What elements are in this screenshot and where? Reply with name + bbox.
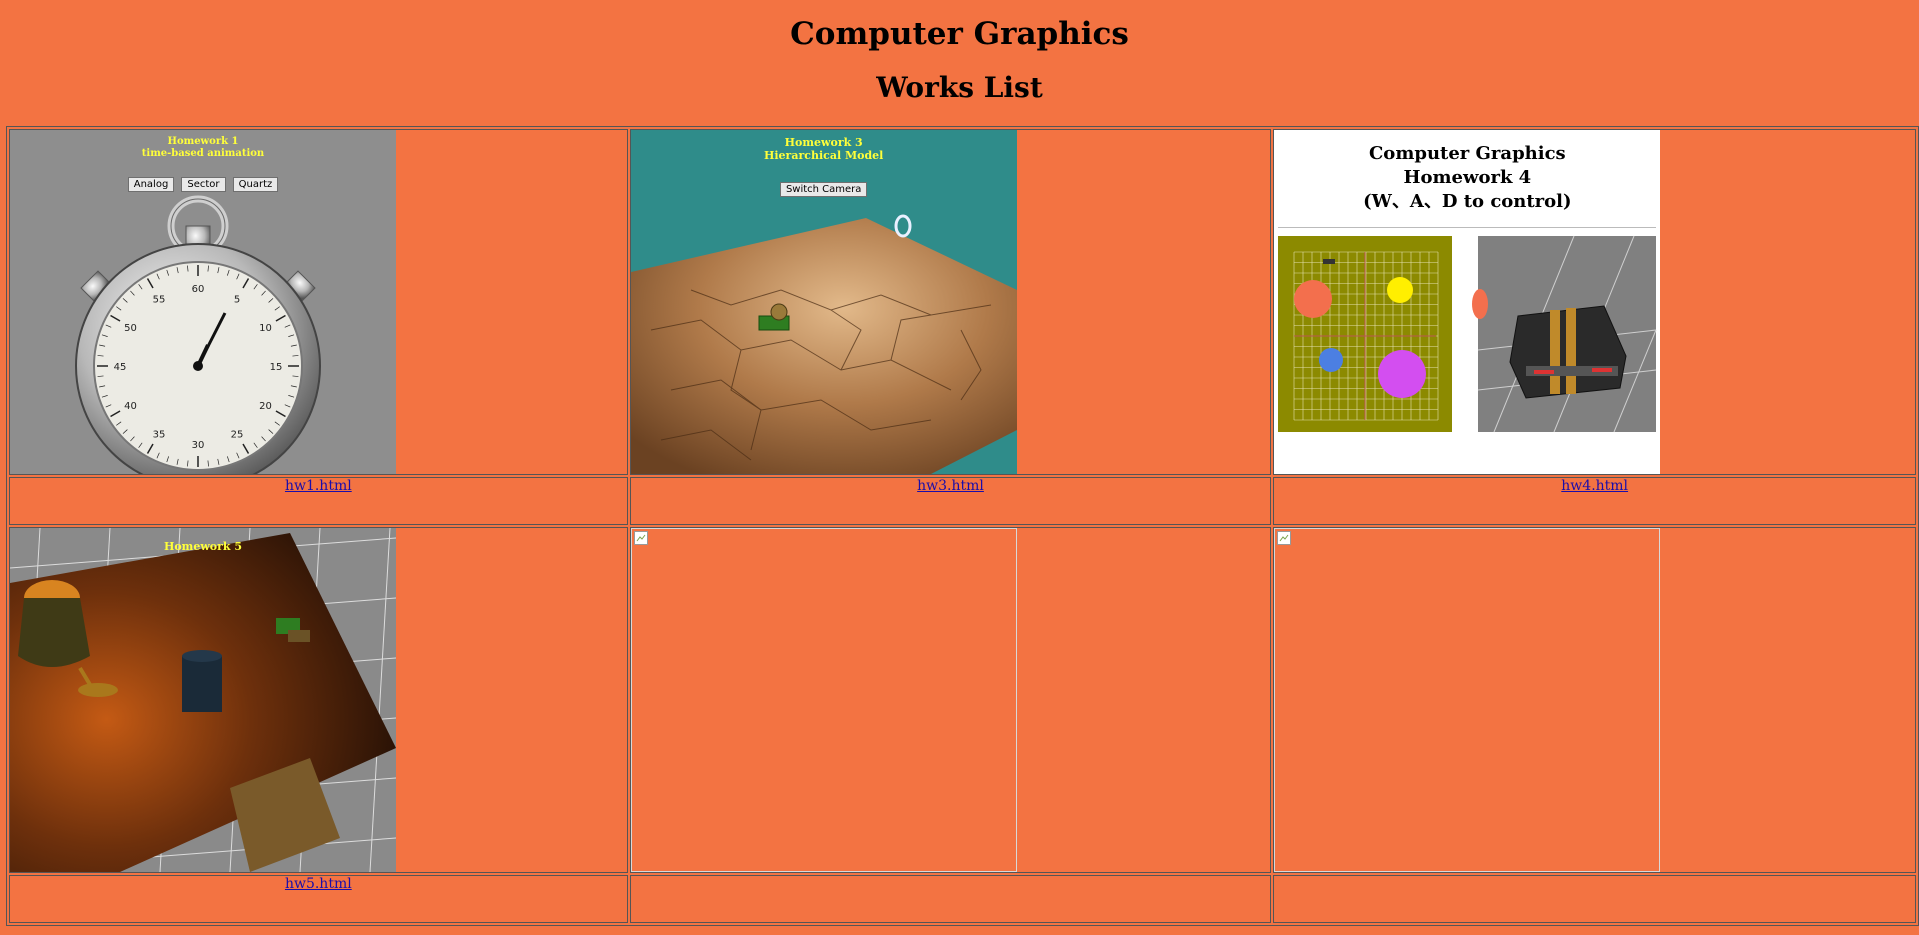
switch-camera-button[interactable]: Switch Camera (779, 182, 868, 197)
link-cell-hw1: hw1.html (9, 477, 628, 525)
link-cell-empty-2 (629, 875, 1272, 923)
thumbnail-cell-hw5: Homework 5 (9, 527, 628, 873)
hw3-caption: Homework 3 Hierarchical Model (763, 136, 884, 162)
dial-number: 40 (124, 401, 137, 412)
table-scene (10, 528, 396, 872)
dial-number: 30 (192, 440, 205, 451)
hw5-link[interactable]: hw5.html (285, 876, 352, 892)
hw4-thumbnail[interactable]: Computer Graphics Homework 4 (W、A、D to c… (1274, 130, 1661, 474)
hw1-link[interactable]: hw1.html (285, 478, 352, 494)
broken-image[interactable] (1274, 528, 1661, 872)
link-cell-empty-3 (1273, 875, 1916, 923)
dial-number: 25 (231, 430, 244, 441)
thumbnail-cell-hw1: Homework 1 time-based animation Analog S… (9, 129, 628, 475)
link-cell-hw4: hw4.html (1273, 477, 1916, 525)
link-row: hw1.html hw3.html hw4.html (9, 477, 1916, 525)
hw5-caption: Homework 5 (163, 540, 243, 553)
thumbnail-cell-hw4: Computer Graphics Homework 4 (W、A、D to c… (1273, 129, 1916, 475)
thumbnail-row: Homework 1 time-based animation Analog S… (9, 129, 1916, 475)
hw1-thumbnail[interactable]: Homework 1 time-based animation Analog S… (10, 130, 396, 474)
dial-number: 20 (259, 401, 272, 412)
dial-number: 50 (124, 323, 137, 334)
broken-image[interactable] (630, 528, 1017, 872)
link-cell-hw3: hw3.html (629, 477, 1272, 525)
dial-number: 5 (234, 294, 240, 305)
stopwatch-graphic: 60 5 10 15 20 25 30 35 40 45 50 55 (75, 195, 321, 474)
hw3-thumbnail[interactable]: Homework 3 Hierarchical Model Switch Cam… (630, 130, 1017, 474)
thumbnail-cell-empty-3 (1273, 527, 1916, 873)
works-table: Homework 1 time-based animation Analog S… (6, 126, 1919, 926)
dial-number: 55 (153, 294, 166, 305)
hw3-link[interactable]: hw3.html (917, 478, 984, 494)
thumbnail-row: Homework 5 (9, 527, 1916, 873)
thumbnail-cell-hw3: Homework 3 Hierarchical Model Switch Cam… (629, 129, 1272, 475)
dial-number: 45 (114, 362, 127, 373)
thumbnail-cell-empty-2 (629, 527, 1272, 873)
hw5-thumbnail[interactable]: Homework 5 (10, 528, 396, 872)
page-title: Computer Graphics (790, 16, 1129, 52)
hw4-views (1278, 235, 1657, 433)
dial-number: 60 (192, 284, 205, 295)
link-row: hw5.html (9, 875, 1916, 923)
link-cell-hw5: hw5.html (9, 875, 628, 923)
dial-number: 10 (259, 323, 272, 334)
dial-number: 35 (153, 430, 166, 441)
page-subtitle: Works List (876, 71, 1043, 104)
broken-image-icon (633, 531, 648, 545)
broken-image-icon (1277, 531, 1292, 545)
dial-number: 15 (270, 362, 283, 373)
hw4-link[interactable]: hw4.html (1561, 478, 1628, 494)
